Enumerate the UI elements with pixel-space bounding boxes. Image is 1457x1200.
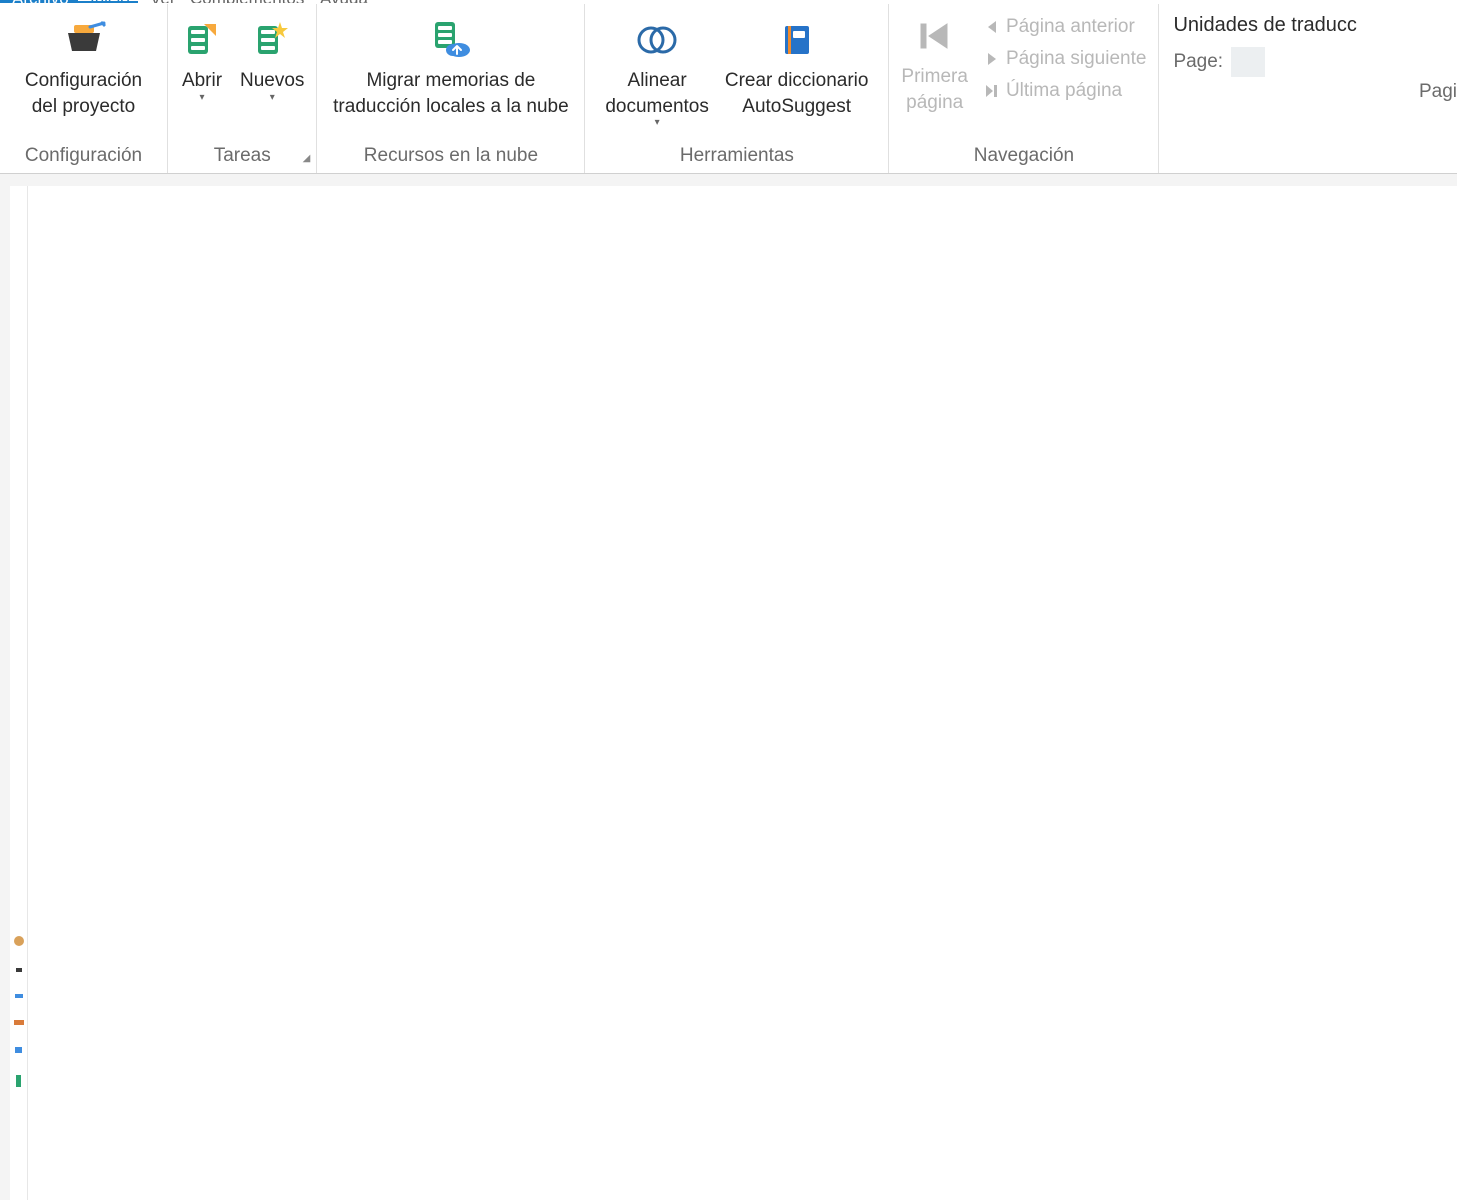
next-page-label: Página siguiente xyxy=(1006,48,1147,70)
open-label: Abrir xyxy=(182,68,222,94)
units-heading: Unidades de traducc xyxy=(1173,14,1356,37)
chevron-left-icon xyxy=(984,19,1000,35)
gutter-marker-icon xyxy=(15,994,23,998)
ribbon-group-tareas: Abrir ▾ Nuevos ▾ Tareas ◢ xyxy=(168,4,317,173)
editor-area[interactable] xyxy=(28,186,1457,1200)
database-new-icon xyxy=(250,18,294,62)
open-dropdown-marker: ▾ xyxy=(199,92,204,103)
ribbon-group-title-recursos: Recursos en la nube xyxy=(321,141,580,173)
new-dropdown-marker: ▾ xyxy=(270,92,275,103)
create-auto-suggest-button[interactable]: Crear diccionario AutoSuggest xyxy=(717,10,877,121)
page-label: Page: xyxy=(1173,51,1223,73)
ribbon-group-herramientas: Alinear documentos ▾ Crear diccionario A… xyxy=(585,4,889,173)
first-page-icon xyxy=(913,14,957,58)
database-open-icon xyxy=(180,18,224,62)
last-page-label: Última página xyxy=(1006,80,1122,102)
migrate-button[interactable]: Migrar memorias de traducción locales a … xyxy=(325,10,577,121)
ribbon-group-navegacion: Primera página Página anterior Página si… xyxy=(889,4,1159,173)
migrate-label: Migrar memorias de traducción locales a … xyxy=(333,68,569,119)
gutter-marker-icon xyxy=(14,1020,24,1025)
gutter-marker-icon xyxy=(16,1075,21,1087)
project-config-button[interactable]: Configuración del proyecto xyxy=(17,10,150,121)
next-page-button: Página siguiente xyxy=(984,48,1147,70)
page-input[interactable] xyxy=(1231,47,1265,77)
menu-tab-archivo[interactable]: Archivo xyxy=(0,0,78,3)
menu-tab-inicio[interactable]: Inicio xyxy=(78,0,138,3)
align-documents-icon xyxy=(635,18,679,62)
prev-page-label: Página anterior xyxy=(1006,16,1135,38)
prev-page-button: Página anterior xyxy=(984,16,1147,38)
menu-tab-ver[interactable]: Ver xyxy=(138,0,178,3)
ribbon-group-title-configuracion: Configuración xyxy=(4,141,163,173)
ribbon: Configuración del proyecto Configuración… xyxy=(0,4,1457,174)
gutter-marker-icon xyxy=(16,968,22,972)
align-documents-dropdown-marker: ▾ xyxy=(655,117,660,128)
ribbon-group-title-pagina: Pagi xyxy=(1163,77,1457,109)
project-config-label: Configuración del proyecto xyxy=(25,68,142,119)
first-page-label: Primera página xyxy=(901,64,968,115)
create-auto-suggest-label: Crear diccionario AutoSuggest xyxy=(725,68,869,119)
menu-tab-ayuda[interactable]: Ayuda xyxy=(308,0,368,3)
ribbon-group-title-navegacion: Navegación xyxy=(893,141,1154,173)
first-page-button: Primera página xyxy=(893,10,976,141)
editor-gutter xyxy=(10,186,28,1200)
gutter-marker-icon xyxy=(15,1047,22,1053)
menu-tab-complementos[interactable]: Complementos xyxy=(178,0,308,3)
ribbon-group-configuracion: Configuración del proyecto Configuración xyxy=(0,4,168,173)
dictionary-icon xyxy=(775,18,819,62)
ribbon-launcher-tareas[interactable]: ◢ xyxy=(300,153,312,165)
align-documents-button[interactable]: Alinear documentos ▾ xyxy=(597,10,717,130)
ribbon-group-title-herramientas: Herramientas xyxy=(589,141,884,173)
ribbon-group-title-tareas: Tareas xyxy=(172,141,312,173)
last-page-button: Última página xyxy=(984,80,1147,102)
align-documents-label: Alinear documentos xyxy=(605,68,709,119)
open-button[interactable]: Abrir ▾ xyxy=(172,10,232,105)
last-page-icon xyxy=(984,83,1000,99)
chevron-right-icon xyxy=(984,51,1000,67)
workspace xyxy=(0,174,1457,1200)
gutter-marker-icon xyxy=(14,936,24,946)
new-button[interactable]: Nuevos ▾ xyxy=(232,10,312,105)
ribbon-group-recursos: Migrar memorias de traducción locales a … xyxy=(317,4,585,173)
project-config-icon xyxy=(62,18,106,62)
ribbon-group-pagina: Unidades de traducc Page: Pagi xyxy=(1159,4,1457,173)
new-label: Nuevos xyxy=(240,68,304,94)
migrate-cloud-icon xyxy=(429,18,473,62)
